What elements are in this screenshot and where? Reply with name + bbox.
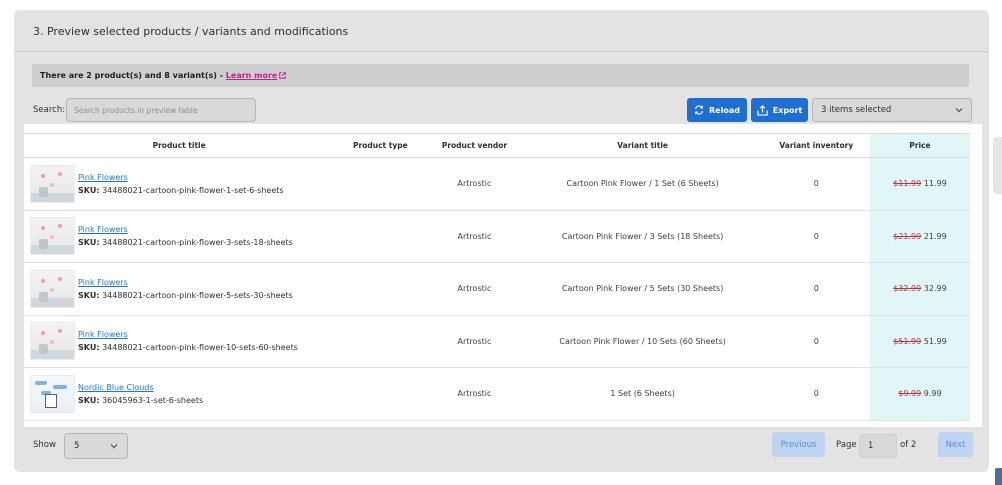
product-vendor-cell: Artrostic <box>426 262 523 316</box>
export-icon <box>757 104 768 116</box>
variant-inventory-cell: 0 <box>762 315 870 368</box>
old-price: $21.99 <box>893 231 922 241</box>
old-price: $9.99 <box>898 389 922 399</box>
page-label: Page <box>836 440 857 450</box>
selection-value: 3 items selected <box>821 105 892 115</box>
learn-more-link[interactable]: Learn more <box>226 71 287 80</box>
product-cell: Pink Flowers SKU: 34488021-cartoon-pink-… <box>24 262 335 316</box>
table-row: Pink Flowers SKU: 34488021-cartoon-pink-… <box>24 262 970 316</box>
chevron-down-icon <box>110 443 118 449</box>
table-row: Pink Flowers SKU: 34488021-cartoon-pink-… <box>24 157 970 211</box>
product-title-link[interactable]: Pink Flowers <box>78 330 298 339</box>
variant-title-cell: Cartoon Pink Flower / 10 Sets (60 Sheets… <box>522 315 763 368</box>
reload-icon <box>694 105 704 115</box>
page-size-select[interactable]: 5 <box>64 433 128 459</box>
new-price: 32.99 <box>923 284 947 294</box>
variant-inventory-cell: 0 <box>762 210 870 263</box>
product-vendor-cell: Artrostic <box>426 157 523 211</box>
product-title-link[interactable]: Nordic Blue Clouds <box>78 383 203 392</box>
header-price: Price <box>869 133 970 158</box>
scroll-handle[interactable] <box>995 468 1002 485</box>
product-thumbnail <box>30 269 75 308</box>
reload-button[interactable]: Reload <box>687 98 747 122</box>
banner-text: There are 2 product(s) and 8 variant(s) … <box>40 71 226 80</box>
product-sku: SKU: 34488021-cartoon-pink-flower-1-set-… <box>78 185 284 195</box>
product-title-link[interactable]: Pink Flowers <box>78 225 293 234</box>
page-size-value: 5 <box>74 441 80 451</box>
product-vendor-cell: Artrostic <box>426 315 523 368</box>
product-sku: SKU: 34488021-cartoon-pink-flower-3-sets… <box>78 238 293 248</box>
search-input[interactable] <box>66 98 256 122</box>
product-vendor-cell: Artrostic <box>426 367 523 421</box>
export-label: Export <box>772 105 803 115</box>
old-price: $32.99 <box>893 284 922 294</box>
product-type-cell <box>334 157 427 211</box>
page-total-label: of 2 <box>900 440 917 450</box>
header-product-vendor: Product vendor <box>426 133 523 158</box>
price-cell: $11.99 11.99 <box>869 157 970 211</box>
variant-title-cell: Cartoon Pink Flower / 3 Sets (18 Sheets) <box>522 210 763 263</box>
variant-inventory-cell: 0 <box>762 157 870 211</box>
product-thumbnail <box>30 322 75 361</box>
product-title-link[interactable]: Pink Flowers <box>78 173 284 182</box>
new-price: 9.99 <box>923 389 942 399</box>
variant-inventory-cell: 0 <box>762 262 870 316</box>
page-number-input[interactable]: 1 <box>859 434 897 458</box>
product-sku: SKU: 34488021-cartoon-pink-flower-5-sets… <box>78 290 293 300</box>
price-cell: $21.99 21.99 <box>869 210 970 263</box>
old-price: $51.99 <box>893 336 922 346</box>
price-cell: $9.99 9.99 <box>869 367 970 421</box>
product-cell: Pink Flowers SKU: 34488021-cartoon-pink-… <box>24 210 335 263</box>
header-product-title: Product title <box>24 133 335 158</box>
product-type-cell <box>334 262 427 316</box>
new-price: 51.99 <box>923 336 947 346</box>
external-link-icon <box>279 72 287 79</box>
show-label: Show <box>33 440 56 450</box>
chevron-down-icon <box>955 107 963 113</box>
new-price: 21.99 <box>923 231 947 241</box>
export-button[interactable]: Export <box>751 98 808 122</box>
product-type-cell <box>334 315 427 368</box>
table-row: Nordic Blue Clouds SKU: 36045963-1-set-6… <box>24 367 970 421</box>
header-variant-inventory: Variant inventory <box>762 133 870 158</box>
section-title: 3. Preview selected products / variants … <box>33 25 349 38</box>
product-title-link[interactable]: Pink Flowers <box>78 278 293 287</box>
product-thumbnail <box>30 374 75 413</box>
old-price: $11.99 <box>893 179 922 189</box>
new-price: 11.99 <box>923 179 947 189</box>
product-thumbnail <box>30 217 75 256</box>
product-sku: SKU: 36045963-1-set-6-sheets <box>78 395 204 405</box>
product-thumbnail <box>30 164 75 203</box>
selection-dropdown[interactable]: 3 items selected <box>812 98 972 122</box>
side-panel-tab[interactable] <box>993 137 1002 194</box>
price-cell: $32.99 32.99 <box>869 262 970 316</box>
next-button[interactable]: Next <box>938 432 973 457</box>
product-cell: Nordic Blue Clouds SKU: 36045963-1-set-6… <box>24 367 335 421</box>
table-header-row: Product title Product type Product vendo… <box>24 133 970 158</box>
variant-inventory-cell: 0 <box>762 367 870 421</box>
search-label: Search: <box>33 105 66 115</box>
product-type-cell <box>334 367 427 421</box>
header-variant-title: Variant title <box>522 133 763 158</box>
header-product-type: Product type <box>334 133 427 158</box>
preview-table: Product title Product type Product vendo… <box>24 133 970 421</box>
header-divider <box>14 51 989 52</box>
table-row: Pink Flowers SKU: 34488021-cartoon-pink-… <box>24 210 970 263</box>
product-vendor-cell: Artrostic <box>426 210 523 263</box>
table-row: Pink Flowers SKU: 34488021-cartoon-pink-… <box>24 315 970 368</box>
product-type-cell <box>334 210 427 263</box>
product-sku: SKU: 34488021-cartoon-pink-flower-10-set… <box>78 343 298 353</box>
previous-button[interactable]: Previous <box>772 432 825 457</box>
product-cell: Pink Flowers SKU: 34488021-cartoon-pink-… <box>24 315 335 368</box>
reload-label: Reload <box>709 105 740 115</box>
variant-title-cell: 1 Set (6 Sheets) <box>522 367 763 421</box>
info-banner: There are 2 product(s) and 8 variant(s) … <box>32 64 969 87</box>
price-cell: $51.99 51.99 <box>869 315 970 368</box>
variant-title-cell: Cartoon Pink Flower / 1 Set (6 Sheets) <box>522 157 763 211</box>
variant-title-cell: Cartoon Pink Flower / 5 Sets (30 Sheets) <box>522 262 763 316</box>
product-cell: Pink Flowers SKU: 34488021-cartoon-pink-… <box>24 157 335 211</box>
